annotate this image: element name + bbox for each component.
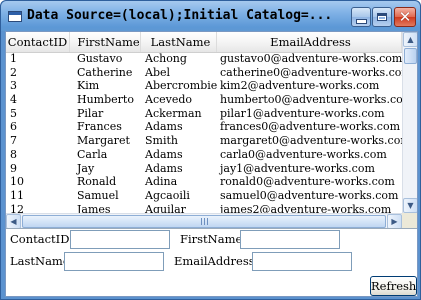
cell-contactid[interactable]: 9 [6, 162, 70, 176]
cell-lastname[interactable]: Abel [141, 66, 217, 80]
left-arrow-icon: ◀ [10, 217, 17, 226]
cell-emailaddress[interactable]: carla0@adventure-works.com [217, 148, 402, 162]
down-arrow-icon: ▼ [407, 201, 414, 210]
cell-lastname[interactable]: Smith [141, 134, 217, 148]
horizontal-scroll-thumb[interactable] [22, 215, 386, 228]
client-area: ContactID FirstName LastName EmailAddres… [5, 31, 418, 297]
minimize-button[interactable] [351, 7, 371, 27]
table-row[interactable]: 6 Frances Adams frances0@adventure-works.co… [6, 120, 402, 134]
table-row[interactable]: 7 Margaret Smith margaret0@adventure-works.… [6, 134, 402, 148]
cell-firstname[interactable]: Jay [70, 162, 141, 176]
window-title: Data Source=(local);Initial Catalog=... [27, 8, 333, 23]
cell-contactid[interactable]: 11 [6, 189, 70, 203]
column-header-lastname[interactable]: LastName [141, 32, 217, 52]
firstname-input[interactable] [240, 230, 340, 249]
cell-contactid[interactable]: 6 [6, 120, 70, 134]
cell-contactid[interactable]: 5 [6, 107, 70, 121]
right-arrow-icon: ▶ [391, 217, 398, 226]
cell-lastname[interactable]: Adams [141, 120, 217, 134]
cell-lastname[interactable]: Acevedo [141, 93, 217, 107]
table-row[interactable]: 11 Samuel Agcaoili samuel0@adventure-works.… [6, 189, 402, 203]
table-row[interactable]: 10 Ronald Adina ronald0@adventure-works.com [6, 175, 402, 189]
cell-lastname[interactable]: Adina [141, 175, 217, 189]
cell-lastname[interactable]: Ackerman [141, 107, 217, 121]
cell-lastname[interactable]: Abercrombie [141, 79, 217, 93]
column-header-emailaddress[interactable]: EmailAddress [217, 32, 402, 52]
cell-contactid[interactable]: 7 [6, 134, 70, 148]
cell-emailaddress[interactable]: catherine0@adventure-works.com [217, 66, 402, 80]
cell-firstname[interactable]: Samuel [70, 189, 141, 203]
cell-emailaddress[interactable]: kim2@adventure-works.com [217, 79, 402, 93]
scrollbar-corner [402, 213, 417, 228]
grip-icon [200, 218, 208, 225]
cell-contactid[interactable]: 8 [6, 148, 70, 162]
cell-contactid[interactable]: 10 [6, 175, 70, 189]
cell-contactid[interactable]: 4 [6, 93, 70, 107]
cell-lastname[interactable]: Agcaoili [141, 189, 217, 203]
cell-emailaddress[interactable]: humberto0@adventure-works.com [217, 93, 402, 107]
cell-contactid[interactable]: 3 [6, 79, 70, 93]
table-row[interactable]: 9 Jay Adams jay1@adventure-works.com [6, 162, 402, 176]
cell-firstname[interactable]: Carla [70, 148, 141, 162]
app-icon [8, 11, 22, 22]
vertical-scrollbar[interactable]: ▲ ▼ [402, 32, 417, 213]
minimize-icon [356, 19, 366, 23]
cell-emailaddress[interactable]: ronald0@adventure-works.com [217, 175, 402, 189]
table-row[interactable]: 4 Humberto Acevedo humberto0@adventure-work… [6, 93, 402, 107]
cell-firstname[interactable]: Catherine [70, 66, 141, 80]
data-grid[interactable]: ContactID FirstName LastName EmailAddres… [6, 32, 417, 229]
cell-firstname[interactable]: Gustavo [70, 52, 141, 66]
grid-body: 1 Gustavo Achong gustavo0@adventure-works.c… [6, 52, 402, 216]
cell-firstname[interactable]: Margaret [70, 134, 141, 148]
cell-firstname[interactable]: Humberto [70, 93, 141, 107]
table-row[interactable]: 3 Kim Abercrombie kim2@adventure-works.com [6, 79, 402, 93]
table-row[interactable]: 1 Gustavo Achong gustavo0@adventure-works.c… [6, 52, 402, 66]
contactid-label: ContactID: [10, 232, 74, 246]
cell-contactid[interactable]: 2 [6, 66, 70, 80]
lastname-input[interactable] [64, 252, 164, 271]
maximize-button[interactable] [372, 7, 392, 27]
contactid-input[interactable] [70, 230, 170, 249]
close-button[interactable]: ✕ [394, 7, 416, 27]
emailaddress-input[interactable] [252, 252, 352, 271]
cell-lastname[interactable]: Adams [141, 148, 217, 162]
scroll-right-button[interactable]: ▶ [387, 214, 402, 228]
cell-lastname[interactable]: Achong [141, 52, 217, 66]
close-icon: ✕ [398, 7, 412, 26]
up-arrow-icon: ▲ [407, 35, 414, 44]
scroll-up-button[interactable]: ▲ [403, 32, 417, 47]
vertical-scroll-thumb[interactable] [404, 48, 417, 64]
table-row[interactable]: 2 Catherine Abel catherine0@adventure-works… [6, 66, 402, 80]
title-bar[interactable]: Data Source=(local);Initial Catalog=... … [1, 1, 420, 31]
scroll-down-button[interactable]: ▼ [403, 198, 417, 213]
cell-firstname[interactable]: Ronald [70, 175, 141, 189]
refresh-button[interactable]: Refresh [370, 276, 417, 296]
maximize-icon [377, 13, 387, 21]
table-row[interactable]: 8 Carla Adams carla0@adventure-works.com [6, 148, 402, 162]
firstname-label: FirstName: [180, 232, 247, 246]
grid-header: ContactID FirstName LastName EmailAddres… [6, 32, 402, 53]
cell-emailaddress[interactable]: jay1@adventure-works.com [217, 162, 402, 176]
cell-emailaddress[interactable]: pilar1@adventure-works.com [217, 107, 402, 121]
cell-emailaddress[interactable]: samuel0@adventure-works.com [217, 189, 402, 203]
column-header-contactid[interactable]: ContactID [6, 32, 70, 52]
cell-firstname[interactable]: Frances [70, 120, 141, 134]
cell-lastname[interactable]: Adams [141, 162, 217, 176]
app-window: Data Source=(local);Initial Catalog=... … [0, 0, 421, 300]
cell-emailaddress[interactable]: margaret0@adventure-works.com [217, 134, 402, 148]
cell-firstname[interactable]: Kim [70, 79, 141, 93]
cell-firstname[interactable]: Pilar [70, 107, 141, 121]
table-row[interactable]: 5 Pilar Ackerman pilar1@adventure-works.com [6, 107, 402, 121]
scroll-left-button[interactable]: ◀ [6, 214, 21, 228]
column-header-firstname[interactable]: FirstName [70, 32, 141, 52]
cell-emailaddress[interactable]: gustavo0@adventure-works.com [217, 52, 402, 66]
cell-emailaddress[interactable]: frances0@adventure-works.com [217, 120, 402, 134]
cell-contactid[interactable]: 1 [6, 52, 70, 66]
emailaddress-label: EmailAddress: [174, 254, 259, 268]
horizontal-scrollbar[interactable]: ◀ ▶ [6, 213, 402, 228]
